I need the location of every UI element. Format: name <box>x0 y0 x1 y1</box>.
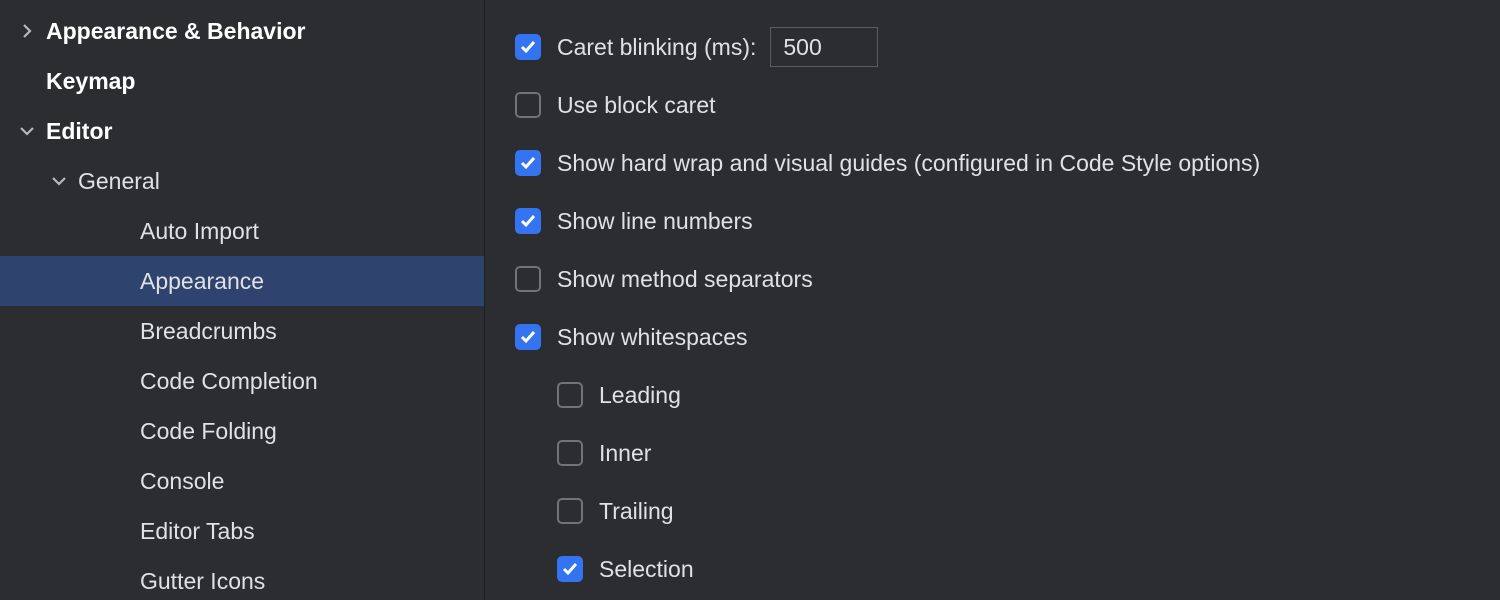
option-label: Selection <box>599 556 694 583</box>
chevron-down-icon[interactable] <box>50 172 68 190</box>
sidebar-item-label: Auto Import <box>140 218 259 245</box>
checkbox-caret-blinking[interactable] <box>515 34 541 60</box>
option-row-ws-selection: Selection <box>515 540 1500 598</box>
sidebar-item-label: General <box>78 168 160 195</box>
sidebar-item-label: Appearance <box>140 268 264 295</box>
sidebar-item-gutter-icons[interactable]: Gutter Icons <box>0 556 484 600</box>
option-label: Show whitespaces <box>557 324 748 351</box>
chevron-placeholder-icon <box>112 422 130 440</box>
sidebar-item-label: Console <box>140 468 224 495</box>
option-label: Leading <box>599 382 681 409</box>
option-row-ws-trailing: Trailing <box>515 482 1500 540</box>
option-row-caret-blinking: Caret blinking (ms): <box>515 18 1500 76</box>
sidebar-item-code-completion[interactable]: Code Completion <box>0 356 484 406</box>
sidebar-item-label: Keymap <box>46 68 135 95</box>
sidebar-item-label: Editor <box>46 118 112 145</box>
sidebar-item-editor-tabs[interactable]: Editor Tabs <box>0 506 484 556</box>
chevron-down-icon[interactable] <box>18 122 36 140</box>
sidebar-item-breadcrumbs[interactable]: Breadcrumbs <box>0 306 484 356</box>
checkbox-show-line-numbers[interactable] <box>515 208 541 234</box>
chevron-placeholder-icon <box>112 372 130 390</box>
option-row-ws-leading: Leading <box>515 366 1500 424</box>
option-row-show-hard-wrap: Show hard wrap and visual guides (config… <box>515 134 1500 192</box>
option-row-ws-inner: Inner <box>515 424 1500 482</box>
chevron-right-icon[interactable] <box>18 22 36 40</box>
option-label: Inner <box>599 440 651 467</box>
sidebar-item-label: Code Folding <box>140 418 277 445</box>
sidebar-item-appearance-behavior[interactable]: Appearance & Behavior <box>0 6 484 56</box>
sidebar-item-label: Editor Tabs <box>140 518 255 545</box>
checkbox-show-whitespaces[interactable] <box>515 324 541 350</box>
sidebar-item-label: Appearance & Behavior <box>46 18 305 45</box>
option-row-show-line-numbers: Show line numbers <box>515 192 1500 250</box>
sidebar-item-code-folding[interactable]: Code Folding <box>0 406 484 456</box>
checkbox-ws-leading[interactable] <box>557 382 583 408</box>
settings-sidebar: Appearance & Behavior Keymap Editor General… <box>0 0 485 600</box>
option-label: Caret blinking (ms): <box>557 34 756 61</box>
chevron-placeholder-icon <box>112 272 130 290</box>
sidebar-item-auto-import[interactable]: Auto Import <box>0 206 484 256</box>
caret-blinking-input[interactable] <box>770 27 878 67</box>
chevron-placeholder-icon <box>112 472 130 490</box>
option-label: Show hard wrap and visual guides (config… <box>557 150 1260 177</box>
sidebar-item-keymap[interactable]: Keymap <box>0 56 484 106</box>
checkbox-show-method-separators[interactable] <box>515 266 541 292</box>
sidebar-item-editor[interactable]: Editor <box>0 106 484 156</box>
sidebar-item-label: Gutter Icons <box>140 568 265 595</box>
chevron-placeholder-icon <box>112 522 130 540</box>
option-label: Use block caret <box>557 92 716 119</box>
sidebar-item-console[interactable]: Console <box>0 456 484 506</box>
chevron-placeholder-icon <box>112 572 130 590</box>
chevron-placeholder-icon <box>18 72 36 90</box>
checkbox-ws-inner[interactable] <box>557 440 583 466</box>
chevron-placeholder-icon <box>112 222 130 240</box>
sidebar-item-label: Breadcrumbs <box>140 318 277 345</box>
chevron-placeholder-icon <box>112 322 130 340</box>
option-label: Trailing <box>599 498 674 525</box>
option-row-show-whitespaces: Show whitespaces <box>515 308 1500 366</box>
checkbox-ws-selection[interactable] <box>557 556 583 582</box>
checkbox-show-hard-wrap[interactable] <box>515 150 541 176</box>
option-row-use-block-caret: Use block caret <box>515 76 1500 134</box>
option-row-show-method-separators: Show method separators <box>515 250 1500 308</box>
sidebar-item-label: Code Completion <box>140 368 318 395</box>
option-label: Show line numbers <box>557 208 753 235</box>
checkbox-ws-trailing[interactable] <box>557 498 583 524</box>
settings-main-panel: Caret blinking (ms): Use block caret Show … <box>485 0 1500 600</box>
sidebar-item-appearance[interactable]: Appearance <box>0 256 484 306</box>
option-label: Show method separators <box>557 266 813 293</box>
checkbox-use-block-caret[interactable] <box>515 92 541 118</box>
sidebar-item-general[interactable]: General <box>0 156 484 206</box>
